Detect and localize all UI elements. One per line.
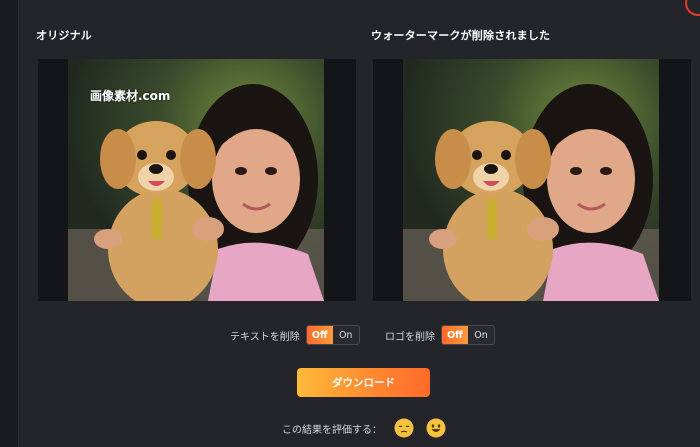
remove-logo-on-option[interactable]: On (468, 326, 494, 344)
remove-text-toggle[interactable]: Off On (305, 325, 360, 345)
remove-logo-label: ロゴを削除 (385, 331, 435, 343)
original-title: オリジナル (36, 29, 92, 42)
result-image-frame (373, 59, 691, 301)
girl-with-puppy-image (403, 59, 659, 301)
remove-text-label: テキストを削除 (230, 331, 300, 343)
remove-logo-off-option[interactable]: Off (442, 326, 468, 344)
happy-face-icon[interactable] (426, 418, 446, 438)
remove-text-toggle-group: テキストを削除 Off On (230, 325, 360, 345)
result-title: ウォーターマークが削除されました (371, 29, 551, 42)
main-panel: オリジナル ウォーターマークが削除されました 画像素材.com テキストを削除 … (18, 0, 700, 447)
original-image-frame: 画像素材.com (38, 59, 356, 301)
remove-logo-toggle[interactable]: Off On (441, 325, 495, 345)
sad-face-icon[interactable] (394, 418, 414, 438)
rating-label: この結果を評価する： (282, 424, 382, 436)
close-badge-icon[interactable] (685, 0, 700, 16)
watermark-text: 画像素材.com (90, 89, 171, 103)
rating-row: この結果を評価する： (282, 418, 446, 438)
result-photo (403, 59, 659, 301)
remove-text-on-option[interactable]: On (333, 326, 359, 344)
remove-text-off-option[interactable]: Off (306, 326, 333, 344)
download-button[interactable]: ダウンロード (297, 368, 430, 397)
remove-logo-toggle-group: ロゴを削除 Off On (385, 325, 495, 345)
original-photo: 画像素材.com (68, 59, 324, 301)
